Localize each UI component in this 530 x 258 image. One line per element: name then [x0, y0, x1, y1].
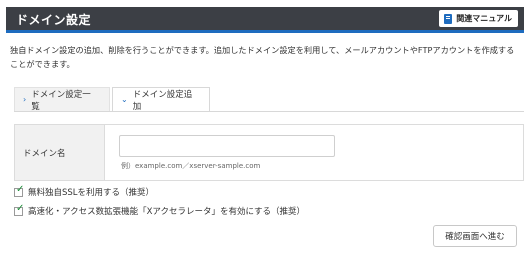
checkmark-icon: ✓: [16, 183, 25, 195]
free-ssl-label: 無料独自SSLを利用する（推奨）: [28, 188, 155, 198]
tab-domain-list-label: ドメイン設定一覧: [31, 89, 91, 112]
x-accelerator-option[interactable]: ✓ 高速化・アクセス数拡張機能「Xアクセラレータ」を有効にする（推奨）: [14, 202, 306, 217]
domain-name-cell: 例）example.com／xserver-sample.com: [105, 125, 523, 180]
domain-name-label: ドメイン名: [15, 125, 105, 180]
domain-name-input[interactable]: [119, 135, 335, 157]
page-description: 独自ドメイン設定の追加、削除を行うことができます。追加したドメイン設定を利用して…: [10, 45, 515, 69]
related-manual-button[interactable]: 関連マニュアル: [439, 10, 518, 27]
x-accelerator-checkbox[interactable]: ✓: [14, 202, 25, 216]
chevron-right-icon: ›: [23, 95, 27, 104]
book-icon: [444, 13, 453, 24]
tab-domain-list[interactable]: › ドメイン設定一覧: [14, 87, 110, 112]
domain-form-table: ドメイン名 例）example.com／xserver-sample.com: [14, 124, 524, 181]
checkmark-icon: ✓: [16, 202, 25, 214]
tab-bar: › ドメイン設定一覧 ⌄ ドメイン設定追加: [14, 87, 210, 112]
tab-divider: [14, 111, 524, 112]
x-accelerator-label: 高速化・アクセス数拡張機能「Xアクセラレータ」を有効にする（推奨）: [28, 207, 306, 217]
tab-domain-add[interactable]: ⌄ ドメイン設定追加: [112, 87, 210, 112]
related-manual-label: 関連マニュアル: [456, 14, 512, 23]
domain-example-text: 例）example.com／xserver-sample.com: [121, 162, 261, 170]
confirm-button[interactable]: 確認画面へ進む: [433, 225, 517, 247]
page-title: ドメイン設定: [16, 13, 92, 27]
page-header: ドメイン設定 関連マニュアル: [6, 7, 524, 33]
chevron-down-icon: ⌄: [121, 95, 128, 104]
tab-domain-add-label: ドメイン設定追加: [132, 89, 193, 112]
free-ssl-checkbox[interactable]: ✓: [14, 183, 25, 197]
domain-settings-page: ドメイン設定 関連マニュアル 独自ドメイン設定の追加、削除を行うことができます。…: [0, 0, 530, 258]
free-ssl-option[interactable]: ✓ 無料独自SSLを利用する（推奨）: [14, 183, 155, 198]
